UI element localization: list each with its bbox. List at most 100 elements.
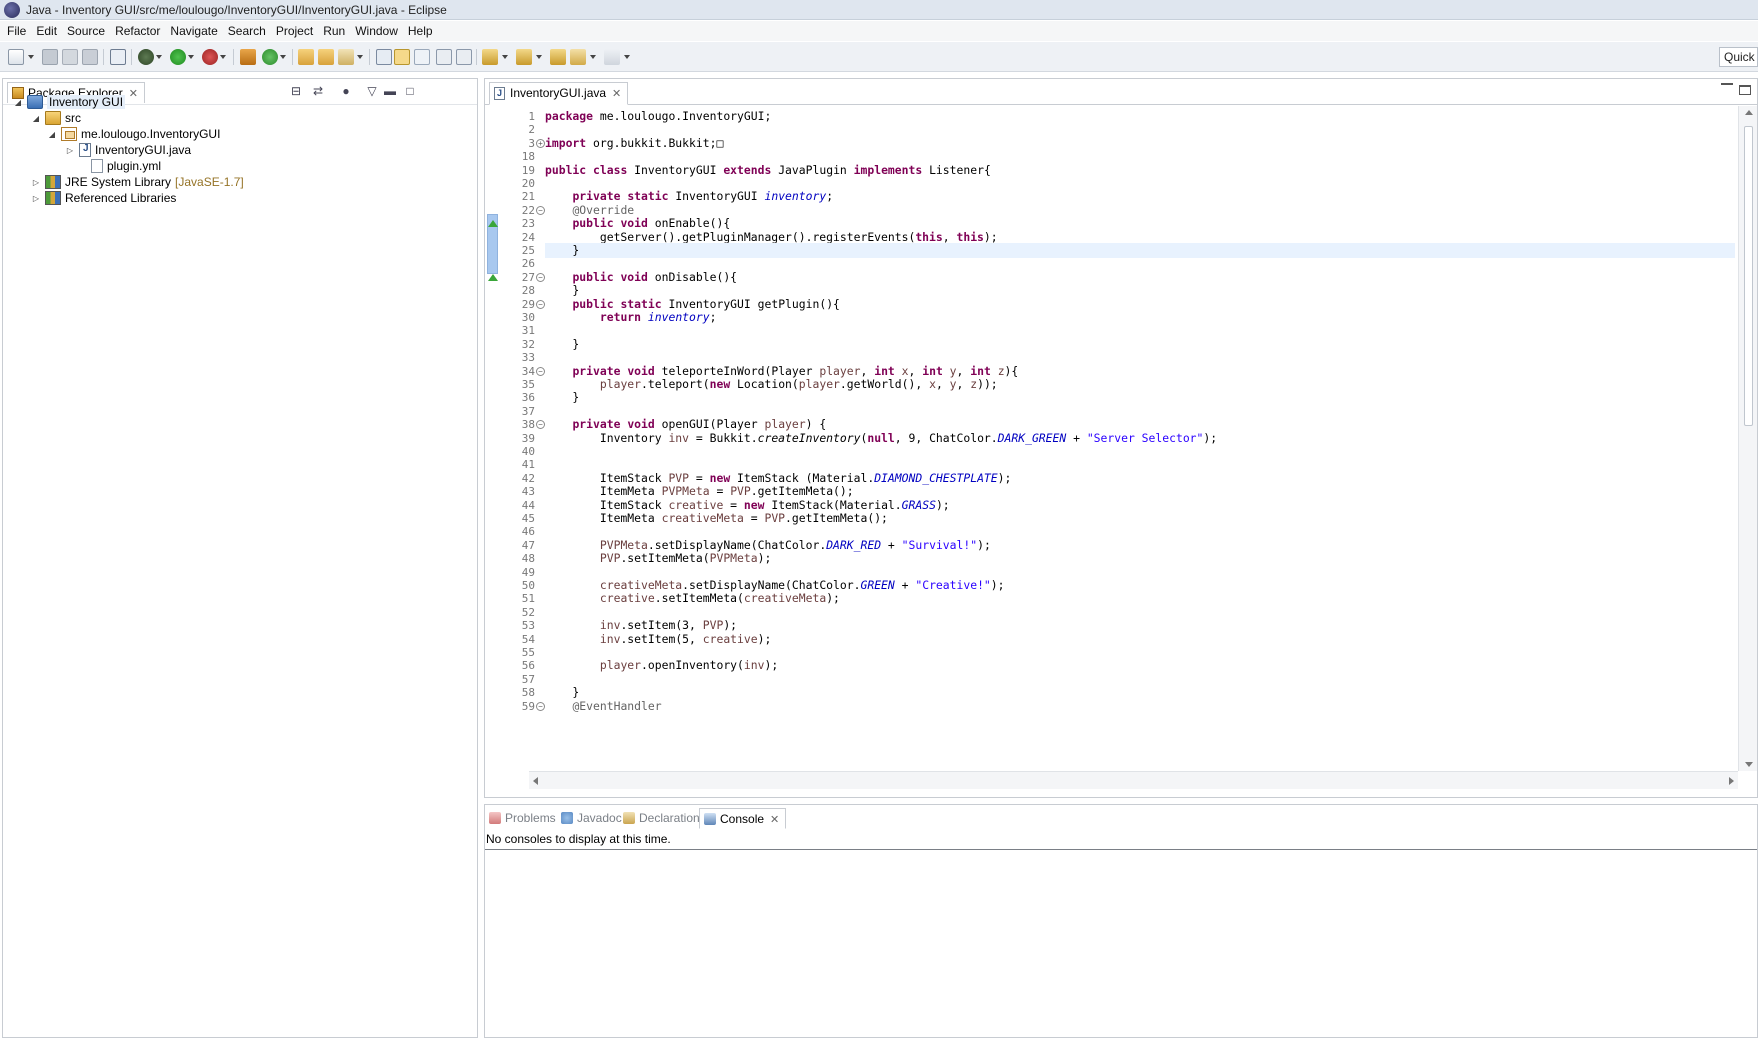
code-editor[interactable]: 1 2 3 +18 19 20 21 22−23 24 25 26 27−28 29−30 31 32 33 3… (485, 106, 1735, 771)
close-icon[interactable]: ✕ (612, 87, 621, 100)
skip-breakpoints-icon[interactable] (110, 49, 126, 65)
scroll-right-icon[interactable] (1729, 777, 1734, 785)
open-task-icon[interactable] (318, 49, 334, 65)
previous-annotation-icon[interactable] (516, 49, 532, 65)
scroll-thumb[interactable] (1744, 126, 1753, 426)
tab-label: Console (720, 812, 765, 826)
view-menu-icon[interactable]: ▽ (365, 84, 379, 98)
minimize-icon[interactable]: ▬ (383, 84, 397, 98)
search-dropdown-icon[interactable] (357, 55, 363, 59)
tree-item-label: plugin.yml (107, 159, 162, 173)
show-whitespace-icon[interactable] (436, 49, 452, 65)
maximize-icon[interactable]: □ (403, 84, 417, 98)
tab-problems[interactable]: Problems (485, 808, 562, 829)
new-dropdown-icon[interactable] (28, 55, 34, 59)
menu-file[interactable]: File (4, 24, 33, 38)
horizontal-scrollbar[interactable] (529, 771, 1738, 789)
minimize-icon[interactable] (1721, 83, 1733, 95)
last-edit-location-icon[interactable] (550, 49, 566, 65)
debug-dropdown-icon[interactable] (156, 55, 162, 59)
print-icon[interactable] (82, 49, 98, 65)
new-java-package-icon[interactable] (240, 49, 256, 65)
code-text[interactable]: package me.loulougo.InventoryGUI; import … (545, 106, 1735, 771)
library-icon (45, 175, 61, 189)
menu-search[interactable]: Search (225, 24, 273, 38)
tab-declaration[interactable]: Declaration (619, 808, 706, 829)
project-icon (27, 95, 43, 109)
override-marker-icon[interactable] (488, 273, 498, 281)
problems-icon (489, 812, 501, 824)
menu-bar: File Edit Source Refactor Navigate Search Proj… (0, 21, 1758, 41)
menu-run[interactable]: Run (320, 24, 352, 38)
new-icon[interactable] (8, 49, 24, 65)
collapse-fold-icon[interactable]: − (536, 366, 545, 376)
expand-twisty-icon[interactable]: ▷ (31, 194, 41, 203)
toggle-ant-editor-icon[interactable] (376, 49, 392, 65)
menu-window[interactable]: Window (352, 24, 405, 38)
console-body: No consoles to display at this time. (485, 829, 1757, 850)
focus-on-active-task-icon[interactable]: ● (339, 84, 353, 98)
external-tools-dropdown-icon[interactable] (220, 55, 226, 59)
menu-refactor[interactable]: Refactor (112, 24, 167, 38)
run-dropdown-icon[interactable] (188, 55, 194, 59)
collapse-twisty-icon[interactable]: ◢ (31, 114, 41, 123)
tree-item-referenced-libraries[interactable]: ▷ Referenced Libraries (31, 189, 176, 207)
quick-access-field[interactable]: Quick (1719, 47, 1758, 67)
package-icon (61, 127, 77, 141)
open-type-icon[interactable] (298, 49, 314, 65)
collapse-all-icon[interactable]: ⊟ (289, 84, 303, 98)
run-icon[interactable] (170, 49, 186, 65)
menu-edit[interactable]: Edit (33, 24, 64, 38)
collapse-fold-icon[interactable]: − (536, 205, 545, 215)
expand-twisty-icon[interactable]: ▷ (31, 178, 41, 187)
new-class-dropdown-icon[interactable] (280, 55, 286, 59)
collapse-fold-icon[interactable]: − (536, 701, 545, 711)
forward-icon[interactable] (604, 49, 620, 65)
new-java-class-icon[interactable] (262, 49, 278, 65)
override-marker-icon[interactable] (488, 220, 498, 228)
scroll-down-icon[interactable] (1745, 762, 1753, 767)
collapse-twisty-icon[interactable]: ◢ (13, 98, 23, 107)
debug-icon[interactable] (138, 49, 154, 65)
menu-navigate[interactable]: Navigate (167, 24, 224, 38)
tree-item-label: JRE System Library (65, 175, 172, 189)
menu-source[interactable]: Source (64, 24, 112, 38)
show-source-icon[interactable] (456, 49, 472, 65)
scroll-up-icon[interactable] (1745, 110, 1753, 115)
collapse-fold-icon[interactable]: − (536, 272, 545, 282)
link-with-editor-icon[interactable]: ⇄ (311, 84, 325, 98)
tree-item-label: Referenced Libraries (65, 191, 177, 205)
tab-inventorygui-java[interactable]: J InventoryGUI.java ✕ (489, 82, 629, 105)
scroll-left-icon[interactable] (533, 777, 538, 785)
expand-twisty-icon[interactable]: ▷ (65, 146, 75, 155)
save-icon[interactable] (42, 49, 58, 65)
close-icon[interactable]: ✕ (770, 813, 779, 826)
tree-item-qualifier: [JavaSE-1.7] (175, 175, 244, 189)
external-tools-icon[interactable] (202, 49, 218, 65)
previous-annotation-dropdown-icon[interactable] (536, 55, 542, 59)
collapse-twisty-icon[interactable]: ◢ (47, 130, 57, 139)
close-icon[interactable]: ✕ (129, 87, 138, 100)
next-annotation-icon[interactable] (482, 49, 498, 65)
vertical-scrollbar[interactable] (1738, 106, 1757, 771)
code-line[interactable]: @EventHandler (545, 699, 1735, 714)
menu-project[interactable]: Project (273, 24, 320, 38)
expand-fold-icon[interactable]: + (536, 138, 545, 148)
next-annotation-dropdown-icon[interactable] (502, 55, 508, 59)
forward-dropdown-icon[interactable] (624, 55, 630, 59)
tab-console[interactable]: Console ✕ (699, 808, 787, 829)
toggle-block-selection-icon[interactable] (414, 49, 430, 65)
mark-occurrences-icon[interactable] (394, 49, 410, 65)
search-icon[interactable] (338, 49, 354, 65)
back-dropdown-icon[interactable] (590, 55, 596, 59)
collapse-fold-icon[interactable]: − (536, 299, 545, 309)
maximize-icon[interactable] (1739, 85, 1751, 95)
tab-label: Problems (505, 811, 556, 825)
menu-help[interactable]: Help (405, 24, 440, 38)
save-all-icon[interactable] (62, 49, 78, 65)
collapse-fold-icon[interactable]: − (536, 420, 545, 430)
back-icon[interactable] (570, 49, 586, 65)
tree-item-label: Inventory GUI (47, 95, 126, 109)
tab-javadoc[interactable]: Javadoc (557, 808, 628, 829)
javadoc-icon (561, 812, 573, 824)
